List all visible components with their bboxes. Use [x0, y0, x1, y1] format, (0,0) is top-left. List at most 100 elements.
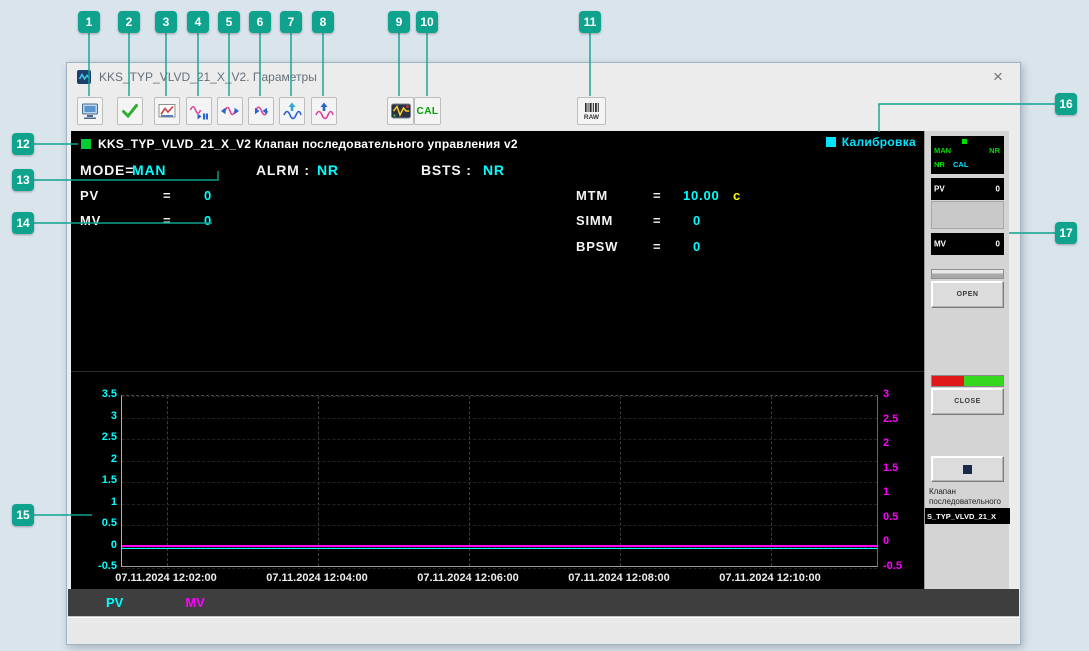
faceplate-pv-well: [931, 201, 1004, 229]
right-axis-tick-label: 1: [883, 486, 889, 498]
open-button[interactable]: OPEN: [931, 281, 1004, 308]
bpsw-value: 0: [693, 239, 701, 254]
simm-label: SIMM: [576, 213, 613, 228]
alrm-value: NR: [317, 162, 339, 178]
callout-badge-16: 16: [1055, 93, 1077, 115]
horizontal-grid-line: [122, 396, 877, 397]
left-axis-tick-label: 0: [73, 539, 117, 551]
right-axis-tick-label: 1.5: [883, 462, 898, 474]
stop-button[interactable]: [931, 456, 1004, 482]
oscilloscope-icon: [390, 101, 412, 121]
faceplate-mv-value: 0: [996, 240, 1000, 249]
faceplate-pv-label: PV: [934, 185, 945, 194]
callout-badge-13: 13: [12, 169, 34, 191]
toolbar: CAL RAW: [67, 91, 1020, 129]
faceplate-mode: MAN: [934, 146, 951, 155]
pv-series-line: [122, 548, 877, 549]
close-button[interactable]: ×: [985, 64, 1011, 90]
mv-value: 0: [204, 213, 212, 228]
mtm-label: MTM: [576, 188, 608, 203]
faceplate-bsts: NR: [934, 160, 945, 169]
pv-value: 0: [204, 188, 212, 203]
right-axis-tick-label: -0.5: [883, 560, 902, 572]
mv-equals: =: [163, 213, 171, 228]
faceplate-tag: S_TYP_VLVD_21_X: [925, 508, 1010, 524]
horizontal-grid-line: [122, 461, 877, 462]
close-valve-button[interactable]: CLOSE: [931, 388, 1004, 415]
scale-auto-icon: [314, 101, 334, 121]
bpsw-equals: =: [653, 239, 661, 254]
signal-expand-button[interactable]: [248, 97, 274, 125]
faceplate-mv-label: MV: [934, 240, 946, 249]
device-header: KKS_TYP_VLVD_21_X_V2 Клапан последовател…: [98, 137, 518, 151]
left-axis-tick-label: 3.5: [73, 388, 117, 400]
print-button[interactable]: [77, 97, 103, 125]
vertical-grid-line: [318, 396, 319, 566]
confirm-icon: [120, 101, 140, 121]
oscilloscope-button[interactable]: [387, 97, 414, 125]
pv-equals: =: [163, 188, 171, 203]
mode-label: MODE=: [80, 162, 134, 178]
callout-badge-8: 8: [312, 11, 334, 33]
scale-up-icon: [282, 101, 302, 121]
x-axis-tick-label: 07.11.2024 12:02:00: [115, 572, 217, 584]
faceplate-alrm: NR: [989, 146, 1000, 155]
scale-auto-button[interactable]: [311, 97, 337, 125]
left-axis-tick-label: 0.5: [73, 517, 117, 529]
callout-badge-4: 4: [187, 11, 209, 33]
callout-badge-3: 3: [155, 11, 177, 33]
mv-series-line: [122, 545, 877, 547]
callout-badge-9: 9: [388, 11, 410, 33]
cal-button[interactable]: CAL: [414, 97, 441, 125]
horizontal-grid-line: [122, 482, 877, 483]
cal-label: CAL: [416, 106, 438, 117]
chart-image-button[interactable]: [154, 97, 180, 125]
signal-compress-button[interactable]: [217, 97, 243, 125]
position-indicator-bar: [931, 375, 1004, 387]
pv-label: PV: [80, 188, 99, 203]
faceplate-status-box: MAN NR NR CAL: [931, 136, 1004, 174]
x-axis-tick-label: 07.11.2024 12:06:00: [417, 572, 519, 584]
signal-compress-icon: [220, 101, 240, 121]
left-axis-tick-label: 2: [73, 453, 117, 465]
calibration-label: Калибровка: [842, 135, 916, 149]
calibration-indicator: [826, 137, 836, 147]
faceplate-pv-value: 0: [996, 185, 1000, 194]
raw-button[interactable]: RAW: [577, 97, 606, 125]
faceplate-run-indicator: [962, 139, 967, 144]
left-axis-tick-label: 1.5: [73, 474, 117, 486]
left-axis-tick-label: 3: [73, 410, 117, 422]
trend-plot[interactable]: [121, 395, 878, 567]
chart-image-icon: [157, 101, 177, 121]
raw-icon: [582, 102, 602, 113]
panel-scrollbar[interactable]: [931, 269, 1004, 279]
mtm-value: 10.00: [683, 188, 720, 203]
right-axis-tick-label: 3: [883, 388, 889, 400]
confirm-button[interactable]: [117, 97, 143, 125]
scale-up-button[interactable]: [279, 97, 305, 125]
window-titlebar[interactable]: KKS_TYP_VLVD_21_X_V2. Параметры ×: [67, 63, 1020, 91]
trend-chart[interactable]: 07.11.2024 12:02:0007.11.2024 12:04:0007…: [71, 371, 924, 589]
x-axis-tick-label: 07.11.2024 12:10:00: [719, 572, 821, 584]
stop-icon: [963, 465, 972, 474]
alrm-label: ALRM :: [256, 162, 310, 178]
callout-badge-10: 10: [416, 11, 438, 33]
right-axis-tick-label: 0.5: [883, 511, 898, 523]
bsts-label: BSTS :: [421, 162, 472, 178]
signal-expand-icon: [251, 101, 271, 121]
horizontal-grid-line: [122, 504, 877, 505]
window-title: KKS_TYP_VLVD_21_X_V2. Параметры: [99, 70, 317, 84]
faceplate-device-label: Клапан последовательного: [929, 487, 1007, 507]
mtm-equals: =: [653, 188, 661, 203]
raw-label: RAW: [584, 114, 599, 121]
callout-badge-15: 15: [12, 504, 34, 526]
callout-badge-6: 6: [249, 11, 271, 33]
left-axis-tick-label: -0.5: [73, 560, 117, 572]
parameters-window: KKS_TYP_VLVD_21_X_V2. Параметры × CAL RAW…: [66, 62, 1021, 645]
left-axis-tick-label: 1: [73, 496, 117, 508]
right-axis-tick-label: 2: [883, 437, 889, 449]
legend-mv: MV: [185, 595, 205, 610]
mode-value: MAN: [132, 162, 166, 178]
trend-pause-button[interactable]: [186, 97, 212, 125]
mv-label: MV: [80, 213, 101, 228]
